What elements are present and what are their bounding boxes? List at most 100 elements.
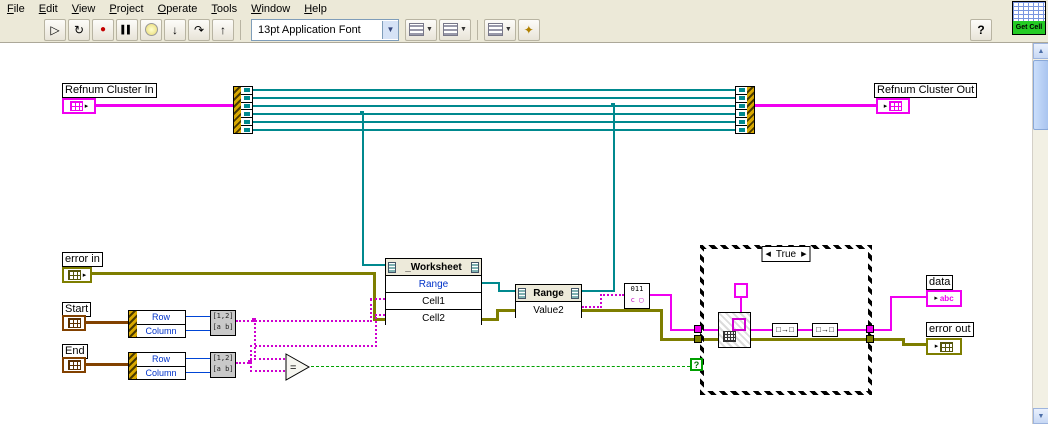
unbundle-start-node[interactable]: Row Column xyxy=(128,310,186,338)
menu-file[interactable]: File xyxy=(0,2,32,16)
invoke-node-method-range[interactable]: Range xyxy=(386,275,481,292)
vertical-scrollbar[interactable]: ▲ ▼ xyxy=(1032,43,1048,424)
case-tunnel-error-in[interactable] xyxy=(694,335,702,343)
font-selector-dropdown-icon[interactable]: ▼ xyxy=(382,20,398,39)
row-col-to-cell-node[interactable]: [1,2] [a b] xyxy=(210,352,236,378)
wire-variant xyxy=(370,299,372,322)
indicator-arrow-icon: ▸ xyxy=(883,102,888,110)
case-next-arrow-icon[interactable]: ▶ xyxy=(801,250,806,258)
wire-boolean xyxy=(311,366,690,367)
row-col-to-cell-node[interactable]: [1,2] [a b] xyxy=(210,310,236,336)
refnum-cluster-out-terminal[interactable]: ▸ xyxy=(876,98,910,114)
refnum-cell xyxy=(736,126,747,133)
step-over-button[interactable]: ↷ xyxy=(188,18,210,41)
help-button[interactable]: ? xyxy=(970,18,992,41)
chevron-down-icon: ▼ xyxy=(426,26,433,33)
convert-subvi-icon[interactable] xyxy=(718,312,751,348)
wire-refnum xyxy=(582,290,615,292)
scroll-up-button[interactable]: ▲ xyxy=(1033,43,1048,59)
font-selector[interactable]: 13pt Application Font ▼ xyxy=(251,18,399,41)
wire-refnum xyxy=(362,264,385,266)
refnum-cluster-in-terminal[interactable]: ▸ xyxy=(62,98,96,114)
run-button[interactable]: ▷ xyxy=(44,18,66,41)
menu-operate[interactable]: Operate xyxy=(151,2,205,16)
unbundle-column-row[interactable]: Column xyxy=(137,367,185,380)
menu-help[interactable]: Help xyxy=(297,2,334,16)
scrollbar-thumb[interactable] xyxy=(1033,60,1048,130)
invoke-node-class-name: _Worksheet xyxy=(405,261,462,273)
step-out-button[interactable]: ↑ xyxy=(212,18,234,41)
pause-button[interactable]: ▌▌ xyxy=(116,18,138,41)
case-tunnel-data-out[interactable] xyxy=(866,325,874,333)
unbundle-row-row[interactable]: Row xyxy=(137,353,185,367)
step-out-icon: ↑ xyxy=(220,22,226,37)
wire-variant xyxy=(375,314,377,347)
error-in-terminal[interactable]: ▸ xyxy=(62,267,92,283)
unbundle-refnum-cluster-node[interactable] xyxy=(233,86,253,134)
refnum-cell xyxy=(241,126,252,133)
data-terminal[interactable]: ▸ abc xyxy=(926,290,962,307)
refnum-cell xyxy=(736,118,747,127)
refnum-glyph-icon xyxy=(518,287,526,299)
distribute-objects-dropdown[interactable]: ▼ xyxy=(438,18,471,41)
conversion-node-1[interactable]: □→□ xyxy=(772,323,798,337)
menu-project[interactable]: Project xyxy=(102,2,150,16)
end-terminal[interactable] xyxy=(62,357,86,373)
unbundle-column-row[interactable]: Column xyxy=(137,325,185,338)
property-node-header[interactable]: Range xyxy=(516,285,581,301)
chevron-down-icon: ▼ xyxy=(459,26,467,33)
wire-refnum xyxy=(253,97,735,99)
resize-objects-dropdown[interactable]: ▼ xyxy=(483,18,516,41)
highlight-execution-button[interactable] xyxy=(140,18,162,41)
refnum-cell xyxy=(241,118,252,127)
menu-view[interactable]: View xyxy=(65,2,103,16)
vi-icon-label: Get Cell xyxy=(1013,21,1045,34)
error-out-terminal[interactable]: ▸ xyxy=(926,338,962,355)
cluster-glyph-icon xyxy=(67,360,81,370)
case-tunnel-data-in[interactable] xyxy=(694,325,702,333)
case-selector-label[interactable]: ◀ True ▶ xyxy=(761,246,811,262)
bundle-refnum-cluster-node[interactable] xyxy=(735,86,755,134)
align-objects-icon xyxy=(409,23,424,36)
property-node-value2[interactable]: Value2 xyxy=(516,301,581,318)
refnum-glyph-icon xyxy=(571,287,579,299)
wire-junction xyxy=(252,318,256,322)
worksheet-invoke-node[interactable]: _Worksheet Range Cell1 Cell2 xyxy=(385,258,482,326)
case-prev-arrow-icon[interactable]: ◀ xyxy=(766,250,771,258)
wire-variant xyxy=(250,345,377,347)
run-continuous-button[interactable]: ↻ xyxy=(68,18,90,41)
unbundle-cells xyxy=(241,87,252,133)
align-objects-dropdown[interactable]: ▼ xyxy=(405,18,437,41)
font-selector-value: 13pt Application Font xyxy=(258,23,361,36)
wire-refnum xyxy=(253,113,735,115)
abort-button[interactable]: ● xyxy=(92,18,114,41)
unbundle-end-node[interactable]: Row Column xyxy=(128,352,186,380)
case-selector-terminal[interactable]: ? xyxy=(690,358,703,371)
pause-icon: ▌▌ xyxy=(121,24,133,34)
invoke-node-param-cell1[interactable]: Cell1 xyxy=(386,292,481,309)
invoke-node-param-cell2[interactable]: Cell2 xyxy=(386,309,481,326)
equals-node[interactable]: = xyxy=(285,353,311,381)
string-type-constant[interactable] xyxy=(734,283,748,298)
menu-tools[interactable]: Tools xyxy=(204,2,244,16)
wire-junction xyxy=(611,103,615,107)
start-terminal[interactable] xyxy=(62,315,86,331)
control-arrow-icon: ▸ xyxy=(82,271,87,279)
vi-icon[interactable]: Get Cell xyxy=(1012,1,1046,35)
wire-variant xyxy=(250,370,285,372)
range-property-node[interactable]: Range Value2 xyxy=(515,284,582,318)
menu-edit[interactable]: Edit xyxy=(32,2,65,16)
variant-to-data-node[interactable]: 011 c ▢ xyxy=(624,283,650,309)
case-tunnel-error-out[interactable] xyxy=(866,335,874,343)
conversion-node-2[interactable]: □→□ xyxy=(812,323,838,337)
scroll-down-button[interactable]: ▼ xyxy=(1033,408,1048,424)
error-cluster-glyph-icon xyxy=(940,341,954,352)
cluster-strip-icon xyxy=(129,311,137,337)
clean-up-diagram-button[interactable]: ✦ xyxy=(517,18,540,41)
invoke-node-header[interactable]: _Worksheet xyxy=(386,259,481,275)
unbundle-row-row[interactable]: Row xyxy=(137,311,185,325)
menu-window[interactable]: Window xyxy=(244,2,297,16)
step-into-button[interactable]: ↓ xyxy=(164,18,186,41)
run-continuous-icon: ↻ xyxy=(73,22,85,37)
data-label: data xyxy=(926,275,954,290)
